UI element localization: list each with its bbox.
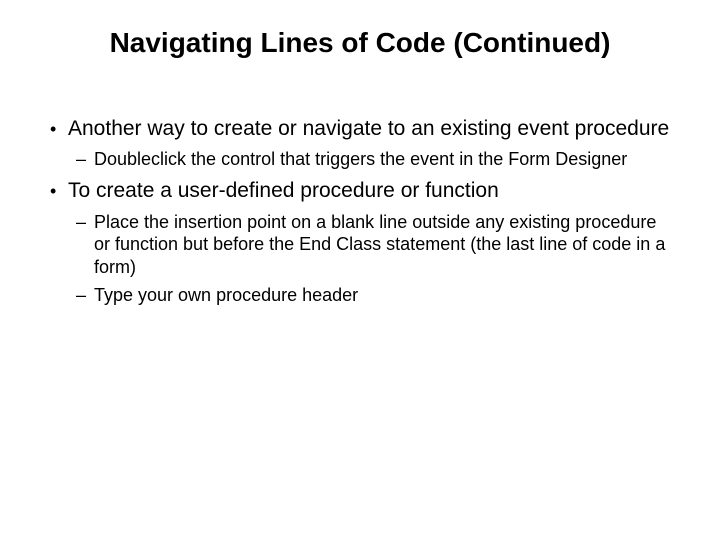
bullet-group-2: • To create a user-defined procedure or … — [50, 178, 670, 306]
bullet-dot-icon: • — [50, 116, 68, 142]
dash-icon: – — [76, 211, 94, 234]
bullet-level2: – Doubleclick the control that triggers … — [76, 148, 670, 171]
bullet-group-1: • Another way to create or navigate to a… — [50, 116, 670, 171]
bullet-dot-icon: • — [50, 178, 68, 204]
slide-title: Navigating Lines of Code (Continued) — [50, 26, 670, 60]
bullet-subtext: Doubleclick the control that triggers th… — [94, 148, 670, 171]
bullet-level2: – Place the insertion point on a blank l… — [76, 211, 670, 279]
bullet-text: Another way to create or navigate to an … — [68, 116, 670, 142]
bullet-text: To create a user-defined procedure or fu… — [68, 178, 670, 204]
bullet-level1: • Another way to create or navigate to a… — [50, 116, 670, 142]
bullet-subtext: Place the insertion point on a blank lin… — [94, 211, 670, 279]
bullet-subtext: Type your own procedure header — [94, 284, 670, 307]
bullet-level2: – Type your own procedure header — [76, 284, 670, 307]
dash-icon: – — [76, 284, 94, 307]
slide: Navigating Lines of Code (Continued) • A… — [0, 0, 720, 540]
bullet-level1: • To create a user-defined procedure or … — [50, 178, 670, 204]
dash-icon: – — [76, 148, 94, 171]
